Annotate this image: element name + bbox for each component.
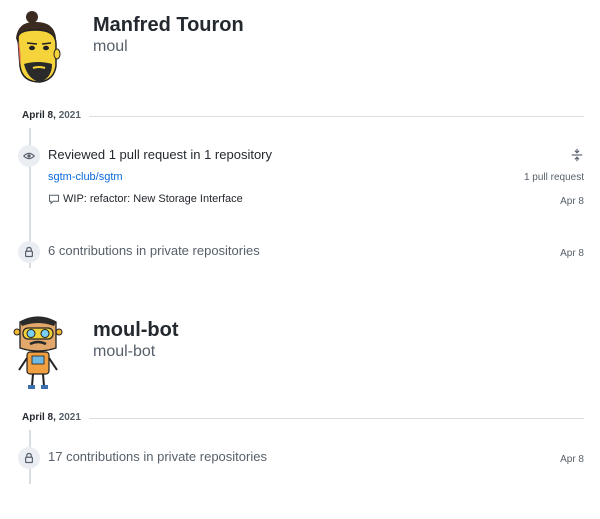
date-header: April 8, 2021 [22, 412, 584, 426]
pr-item[interactable]: WIP: refactor: New Storage Interface [48, 193, 243, 205]
private-contributions[interactable]: 17 contributions in private repositories [48, 449, 267, 464]
date-month-day: April 8, [22, 110, 56, 121]
fold-icon[interactable] [570, 148, 584, 162]
date-header: April 8, 2021 [22, 110, 584, 124]
date-divider [89, 116, 584, 117]
private-badge [18, 447, 40, 469]
date-label: April 8, 2021 [22, 412, 81, 423]
private-contributions[interactable]: 6 contributions in private repositories [48, 243, 260, 258]
user-name[interactable]: moul-bot [93, 319, 179, 342]
lock-icon [25, 452, 33, 464]
private-date: Apr 8 [560, 454, 584, 465]
date-year: 2021 [58, 412, 81, 423]
pr-date: Apr 8 [560, 196, 584, 207]
user-login: moul-bot [93, 343, 156, 360]
user-name[interactable]: Manfred Touron [93, 14, 244, 37]
lock-icon [25, 246, 33, 258]
date-divider [89, 418, 584, 419]
avatar-moul[interactable] [10, 10, 66, 88]
pr-title[interactable]: WIP: refactor: New Storage Interface [63, 193, 243, 205]
private-badge [18, 241, 40, 263]
comment-icon [49, 194, 59, 205]
user-login: moul [93, 38, 128, 55]
repo-link[interactable]: sgtm-club/sgtm [48, 171, 123, 183]
date-month-day: April 8, [22, 412, 56, 423]
eye-icon [23, 152, 35, 160]
repo-pr-count: 1 pull request [523, 172, 584, 183]
date-label: April 8, 2021 [22, 110, 81, 121]
review-badge [18, 145, 40, 167]
avatar-moul-bot[interactable] [10, 314, 66, 392]
private-date: Apr 8 [560, 248, 584, 259]
date-year: 2021 [58, 110, 81, 121]
reviewed-summary: Reviewed 1 pull request in 1 repository [48, 147, 273, 162]
